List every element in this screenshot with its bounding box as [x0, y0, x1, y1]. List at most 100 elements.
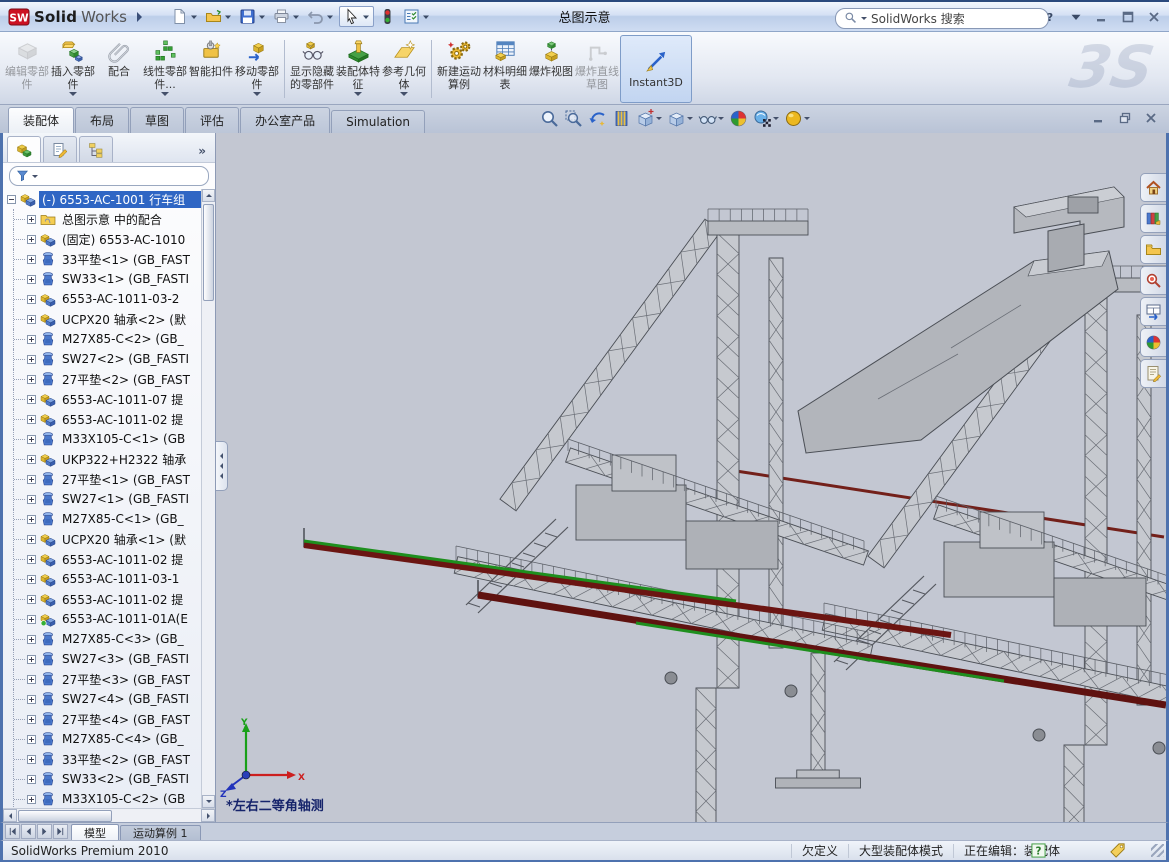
tree-expander-plus[interactable]: [27, 335, 36, 344]
tree-expander-plus[interactable]: [27, 395, 36, 404]
dropdown-caret-icon[interactable]: [354, 92, 362, 100]
tab-Simulation[interactable]: Simulation: [331, 110, 425, 133]
tree-item[interactable]: M27X85-C<3> (GB_: [3, 629, 202, 649]
tree-item[interactable]: SW27<1> (GB_FASTI: [3, 489, 202, 509]
taskpane-tab-home[interactable]: [1140, 173, 1166, 202]
tree-item-label[interactable]: 6553-AC-1011-03-1: [59, 572, 182, 586]
tree-item-label[interactable]: 总图示意 中的配合: [59, 211, 165, 228]
tree-item-label[interactable]: (-) 6553-AC-1001 行车组: [39, 191, 202, 208]
menu-flyout-arrow[interactable]: [137, 12, 147, 22]
tree-vertical-scrollbar[interactable]: [201, 189, 215, 808]
tree-item-label[interactable]: UKP322+H2322 轴承: [59, 451, 189, 468]
tree-item[interactable]: UCPX20 轴承<2> (默: [3, 309, 202, 329]
hud-section-view-button[interactable]: [612, 109, 631, 128]
hud-previous-view-button[interactable]: [588, 109, 607, 128]
tree-horizontal-scrollbar[interactable]: [3, 808, 215, 822]
help-button[interactable]: ?: [1043, 10, 1057, 24]
scroll-thumb[interactable]: [203, 204, 214, 301]
ribbon-button-assembly-feature[interactable]: 装配体特征: [335, 35, 381, 103]
panel-tab-configurationmanager[interactable]: [79, 136, 113, 162]
tree-item[interactable]: 6553-AC-1011-07 提: [3, 389, 202, 409]
ribbon-button-linear-pattern[interactable]: 线性零部件...: [142, 35, 188, 103]
new-document-button[interactable]: [169, 7, 200, 26]
ribbon-button-exploded-view[interactable]: 爆炸视图: [528, 35, 574, 103]
ribbon-button-smart-fastener[interactable]: 智能扣件: [188, 35, 234, 103]
taskpane-tab-search-taskpane[interactable]: [1140, 266, 1166, 295]
dropdown-caret-icon[interactable]: [773, 117, 779, 123]
panel-overflow-chevron[interactable]: »: [198, 144, 211, 162]
tree-item-label[interactable]: 6553-AC-1011-07 提: [59, 391, 186, 408]
3d-model-scene[interactable]: YXZ: [216, 133, 1166, 822]
tree-item[interactable]: 6553-AC-1011-03-2: [3, 289, 202, 309]
graphics-viewport[interactable]: YXZ *左右二等角轴测: [216, 133, 1166, 822]
tree-expander-plus[interactable]: [27, 675, 36, 684]
dropdown-caret-icon[interactable]: [224, 13, 232, 21]
tree-item[interactable]: 27平垫<4> (GB_FAST: [3, 709, 202, 729]
filter-caret-icon[interactable]: [32, 175, 38, 181]
search-box[interactable]: SolidWorks 搜索: [835, 8, 1049, 29]
ribbon-button-instant3d[interactable]: Instant3D: [620, 35, 692, 103]
scroll-left-button[interactable]: [3, 809, 17, 822]
tree-item[interactable]: M27X85-C<4> (GB_: [3, 729, 202, 749]
tree-item[interactable]: M27X85-C<1> (GB_: [3, 509, 202, 529]
tree-item[interactable]: M33X105-C<1> (GB: [3, 429, 202, 449]
tree-item[interactable]: 33平垫<2> (GB_FAST: [3, 749, 202, 769]
dropdown-caret-icon[interactable]: [656, 117, 662, 123]
tree-expander-plus[interactable]: [27, 455, 36, 464]
ribbon-button-show-hidden[interactable]: 显示隐藏的零部件: [289, 35, 335, 103]
tree-item-label[interactable]: 27平垫<1> (GB_FAST: [59, 471, 193, 488]
tree-expander-plus[interactable]: [27, 735, 36, 744]
tree-item-label[interactable]: 6553-AC-1011-01A(E: [59, 612, 191, 626]
tree-item[interactable]: 6553-AC-1011-02 提: [3, 549, 202, 569]
ribbon-button-insert-component[interactable]: 插入零部件: [50, 35, 96, 103]
dropdown-caret-icon[interactable]: [400, 92, 408, 100]
tree-item-label[interactable]: 6553-AC-1011-02 提: [59, 411, 186, 428]
tree-expander-plus[interactable]: [27, 795, 36, 804]
select-cursor-button[interactable]: [339, 6, 374, 27]
tree-filter-input[interactable]: [9, 166, 209, 186]
tree-item[interactable]: SW27<4> (GB_FASTI: [3, 689, 202, 709]
scroll-down-button[interactable]: [202, 795, 215, 808]
tree-item-label[interactable]: M33X105-C<2> (GB: [59, 792, 188, 806]
tree-item-label[interactable]: SW27<3> (GB_FASTI: [59, 652, 192, 666]
panel-splitter-handle[interactable]: [216, 441, 228, 491]
tree-item[interactable]: UKP322+H2322 轴承: [3, 449, 202, 469]
tree-item-label[interactable]: 6553-AC-1011-03-2: [59, 292, 182, 306]
tree-item-label[interactable]: SW27<1> (GB_FASTI: [59, 492, 192, 506]
tree-expander-minus[interactable]: [7, 195, 16, 204]
search-scope-caret-icon[interactable]: [861, 17, 867, 23]
nav-last-button[interactable]: [53, 824, 68, 839]
tree-expander-plus[interactable]: [27, 415, 36, 424]
tree-expander-plus[interactable]: [27, 535, 36, 544]
tree-item-label[interactable]: SW33<2> (GB_FASTI: [59, 772, 192, 786]
tree-item[interactable]: SW27<2> (GB_FASTI: [3, 349, 202, 369]
tree-expander-plus[interactable]: [27, 375, 36, 384]
tree-item[interactable]: 6553-AC-1011-02 提: [3, 589, 202, 609]
tree-item[interactable]: 33平垫<1> (GB_FAST: [3, 249, 202, 269]
tree-expander-plus[interactable]: [27, 715, 36, 724]
model-tab-运动算例 1[interactable]: 运动算例 1: [120, 825, 201, 840]
dropdown-caret-icon[interactable]: [687, 117, 693, 123]
hud-zoom-area-button[interactable]: [564, 109, 583, 128]
nav-first-button[interactable]: [5, 824, 20, 839]
hud-apply-scene-button[interactable]: [753, 109, 779, 128]
tree-item[interactable]: 6553-AC-1011-03-1: [3, 569, 202, 589]
caret-down-button[interactable]: [1069, 10, 1083, 24]
nav-next-button[interactable]: [37, 824, 52, 839]
open-folder-button[interactable]: [203, 7, 234, 26]
tree-item[interactable]: 27平垫<2> (GB_FAST: [3, 369, 202, 389]
scroll-up-button[interactable]: [202, 189, 215, 202]
tree-item-label[interactable]: UCPX20 轴承<2> (默: [59, 311, 189, 328]
save-button[interactable]: [237, 7, 268, 26]
tree-expander-plus[interactable]: [27, 615, 36, 624]
rebuild-traffic-light-button[interactable]: [377, 7, 398, 26]
taskpane-tab-design-library[interactable]: [1140, 204, 1166, 233]
tree-expander-plus[interactable]: [27, 575, 36, 584]
tree-expander-plus[interactable]: [27, 215, 36, 224]
tab-办公室产品[interactable]: 办公室产品: [240, 107, 330, 133]
print-button[interactable]: [271, 7, 302, 26]
tree-expander-plus[interactable]: [27, 595, 36, 604]
tree-item-label[interactable]: 6553-AC-1011-02 提: [59, 591, 186, 608]
tree-item-label[interactable]: SW27<4> (GB_FASTI: [59, 692, 192, 706]
tree-expander-plus[interactable]: [27, 295, 36, 304]
